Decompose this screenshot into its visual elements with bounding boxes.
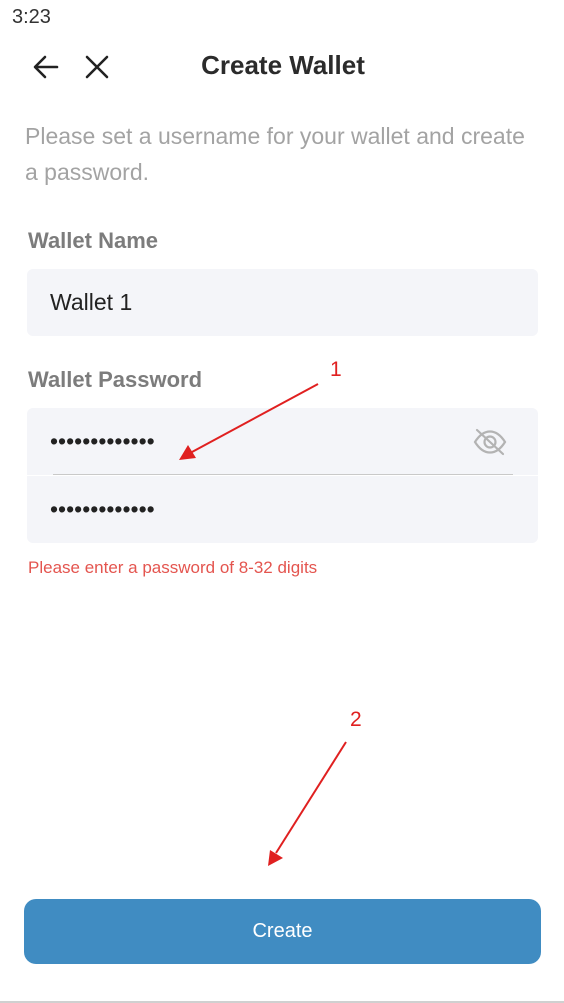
wallet-password-label: Wallet Password [28,367,203,392]
wallet-name-field[interactable] [27,269,538,336]
annotation-label-1: 1 [330,358,342,381]
status-bar-time: 3:23 [12,6,51,28]
annotation-arrow-2 [268,741,347,866]
confirm-password-field[interactable] [27,476,538,543]
eye-off-icon [473,428,507,456]
password-divider [53,474,513,475]
wallet-password-field[interactable] [27,408,538,475]
wallet-name-label: Wallet Name [28,228,159,253]
password-error-message: Please enter a password of 8-32 digits [28,558,318,577]
password-visibility-toggle[interactable] [472,425,508,459]
confirm-password-input[interactable] [50,476,450,543]
wallet-password-input[interactable] [50,408,450,475]
page-title: Create Wallet [201,50,365,80]
create-button[interactable]: Create [24,899,541,964]
intro-text: Please set a username for your wallet an… [25,123,525,185]
annotation-label-2: 2 [350,708,362,731]
wallet-name-input[interactable] [50,269,450,336]
